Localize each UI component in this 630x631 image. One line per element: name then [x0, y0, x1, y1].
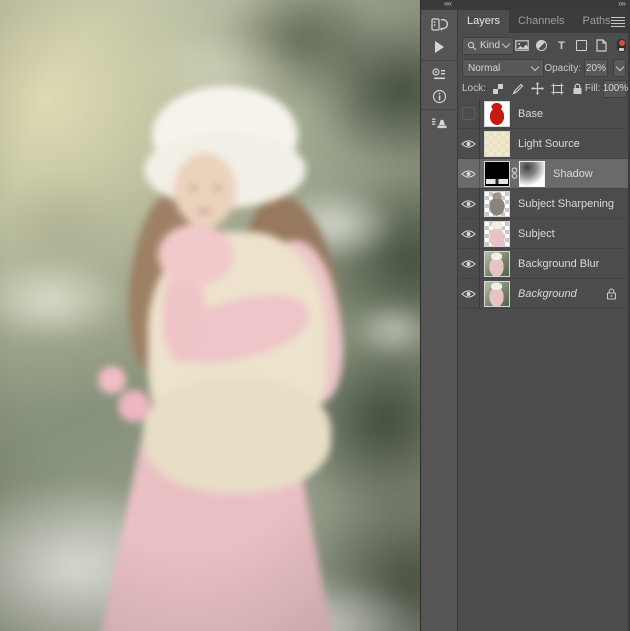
right-dock-area: «« »» Layers Channels Paths Kind T Norma…	[420, 0, 630, 631]
layer-thumbnail[interactable]	[484, 190, 510, 217]
chain-link-icon	[511, 167, 518, 179]
layer-thumbnail[interactable]	[484, 250, 510, 277]
type-layer-filter-icon[interactable]: T	[554, 38, 569, 53]
lock-label: Lock:	[462, 83, 486, 94]
lock-row: Lock: Fill: 100%	[458, 78, 630, 99]
layer-thumbnail[interactable]	[484, 100, 510, 127]
kind-filter-dropdown[interactable]: Kind	[462, 36, 515, 55]
layer-filter-toggle[interactable]	[617, 39, 627, 52]
lock-transparency-icon[interactable]	[491, 82, 505, 96]
eye-icon	[461, 229, 476, 238]
tab-layers[interactable]: Layers	[458, 10, 510, 33]
layer-name: Background	[518, 287, 577, 300]
opacity-dropdown-button[interactable]	[613, 59, 626, 77]
chevron-down-icon	[531, 62, 540, 71]
opacity-value-field[interactable]: 20%	[584, 59, 608, 77]
layer-visibility-toggle[interactable]	[458, 219, 480, 248]
eye-icon	[461, 259, 476, 268]
chevron-down-icon	[501, 39, 511, 49]
layer-row[interactable]: Shadow	[458, 159, 630, 189]
layer-lock-icon	[606, 288, 617, 300]
eye-icon	[461, 139, 476, 148]
adjustment-layer-filter-icon[interactable]	[534, 38, 549, 53]
filter-icons: T	[514, 38, 627, 53]
layer-mask-thumbnail[interactable]	[519, 160, 545, 187]
blend-mode-row: Normal Opacity: 20%	[458, 58, 630, 78]
dock-separator	[420, 60, 458, 61]
layer-visibility-toggle[interactable]	[458, 189, 480, 218]
layer-visibility-toggle[interactable]	[458, 99, 480, 128]
fill-value: 100%	[602, 83, 629, 94]
opacity-label: Opacity:	[544, 62, 581, 74]
layer-row[interactable]: Subject	[458, 219, 630, 249]
layer-thumbnail[interactable]	[484, 160, 510, 187]
lock-position-icon[interactable]	[531, 82, 545, 96]
photoshop-window: «« »» Layers Channels Paths Kind T Norma…	[0, 0, 630, 631]
layer-filter-row: Kind T	[458, 33, 630, 58]
photo-vignette	[0, 0, 420, 631]
layer-name: Shadow	[553, 167, 593, 180]
collapse-panel-icon[interactable]: »»	[618, 0, 626, 8]
pixel-layer-filter-icon[interactable]	[514, 38, 529, 53]
opacity-value: 20%	[585, 62, 606, 74]
dock-separator	[420, 109, 458, 110]
hidden-eye-well	[462, 107, 475, 120]
search-icon	[467, 41, 477, 50]
blend-mode-value: Normal	[468, 62, 501, 74]
kind-filter-label: Kind	[480, 40, 501, 51]
layer-visibility-toggle[interactable]	[458, 249, 480, 278]
layer-row[interactable]: Light Source	[458, 129, 630, 159]
layer-visibility-toggle[interactable]	[458, 159, 480, 188]
layer-locked-badge	[606, 288, 617, 300]
layer-visibility-toggle[interactable]	[458, 279, 480, 308]
layers-panel: Layers Channels Paths Kind T Normal Opac…	[458, 10, 630, 631]
layer-row[interactable]: Base	[458, 99, 630, 129]
panel-menu-icon[interactable]	[611, 17, 625, 27]
layer-thumbnail[interactable]	[484, 130, 510, 157]
lock-artboard-icon[interactable]	[551, 82, 565, 96]
lock-pixels-icon[interactable]	[511, 82, 525, 96]
layer-row[interactable]: Background Blur	[458, 249, 630, 279]
eye-icon	[461, 289, 476, 298]
info-panel-icon[interactable]	[421, 85, 458, 107]
actions-panel-icon[interactable]	[421, 36, 458, 58]
blend-mode-dropdown[interactable]: Normal	[462, 59, 545, 77]
clone-source-panel-icon[interactable]	[421, 112, 458, 134]
layer-name: Subject	[518, 227, 555, 240]
eye-icon	[461, 199, 476, 208]
chevron-down-icon	[615, 62, 624, 71]
layer-mask-link[interactable]	[510, 167, 519, 180]
layer-thumbnail[interactable]	[484, 280, 510, 307]
properties-panel-icon[interactable]	[421, 63, 458, 85]
shape-layer-filter-icon[interactable]	[574, 38, 589, 53]
layer-row[interactable]: Subject Sharpening	[458, 189, 630, 219]
photo-canvas[interactable]	[0, 0, 420, 631]
tab-channels[interactable]: Channels	[509, 10, 573, 33]
dock-header-strip: «« »»	[421, 0, 630, 10]
layer-row[interactable]: Background	[458, 279, 630, 309]
history-panel-icon[interactable]	[421, 14, 458, 36]
eye-icon	[461, 169, 476, 178]
layers-list: Base Light Source Shadow Subject Sharpening…	[458, 99, 630, 309]
fill-label: Fill:	[584, 83, 601, 94]
layer-thumbnail[interactable]	[484, 220, 510, 247]
lock-all-icon[interactable]	[571, 82, 585, 96]
panel-tab-bar: Layers Channels Paths	[458, 10, 630, 33]
collapse-dock-icon[interactable]: ««	[444, 0, 452, 8]
layer-name: Subject Sharpening	[518, 197, 615, 210]
fill-value-field[interactable]: 100%	[602, 79, 629, 98]
smart-object-filter-icon[interactable]	[594, 38, 609, 53]
collapsed-panels-dock	[420, 10, 458, 631]
layer-visibility-toggle[interactable]	[458, 129, 480, 158]
layer-name: Light Source	[518, 137, 580, 150]
layer-name: Background Blur	[518, 257, 600, 270]
layer-name: Base	[518, 107, 544, 120]
